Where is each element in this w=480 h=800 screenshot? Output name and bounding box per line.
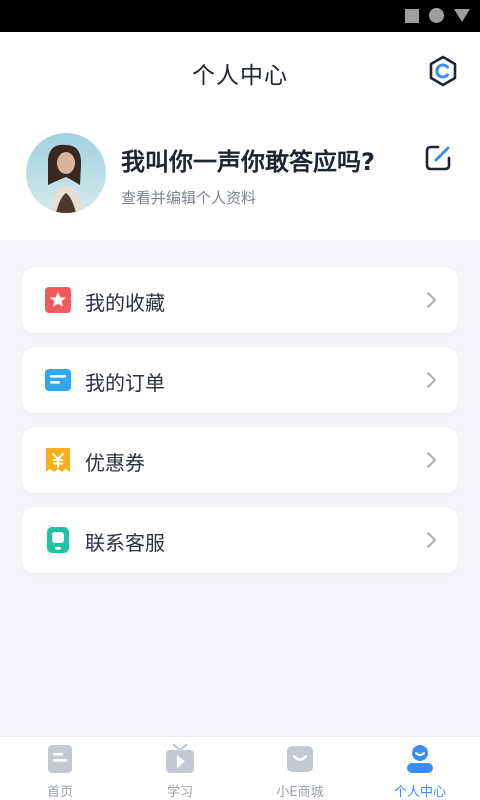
customer-service-icon (47, 527, 69, 553)
chevron-right-icon (427, 292, 436, 308)
menu-label: 我的收藏 (85, 291, 165, 315)
menu-item-favorites[interactable]: 我的收藏 (22, 267, 458, 333)
settings-button[interactable] (426, 54, 460, 88)
tab-label: 小E商城 (276, 785, 324, 800)
menu-item-orders[interactable]: 我的订单 (22, 347, 458, 413)
video-icon (166, 743, 194, 773)
menu-item-customer-service[interactable]: 联系客服 (22, 507, 458, 573)
tab-profile[interactable]: 个人中心 (360, 737, 480, 800)
header: 个人中心 (0, 32, 480, 110)
profile-nickname: 我叫你一声你敢答应吗? (121, 148, 375, 176)
menu-label: 我的订单 (85, 371, 165, 395)
profile-icon (407, 745, 433, 773)
menu-item-coupons[interactable]: 优惠券 (22, 427, 458, 493)
home-circle-icon (429, 8, 444, 23)
coupon-icon (46, 448, 70, 472)
home-icon (48, 745, 72, 773)
menu-list: 我的收藏 我的订单 优惠券 联系客服 (22, 267, 458, 587)
status-bar (0, 0, 480, 32)
tab-study[interactable]: 学习 (120, 737, 240, 800)
page-title: 个人中心 (192, 63, 288, 89)
settings-icon (429, 55, 457, 87)
chevron-right-icon (427, 452, 436, 468)
back-triangle-icon (454, 9, 470, 22)
tab-shop[interactable]: 小E商城 (240, 737, 360, 800)
edit-icon (425, 145, 451, 171)
tab-home[interactable]: 首页 (0, 737, 120, 800)
menu-label: 优惠券 (85, 451, 145, 475)
order-icon (45, 369, 71, 391)
menu-label: 联系客服 (85, 531, 165, 555)
chevron-right-icon (427, 532, 436, 548)
bottom-tab-bar: 首页 学习 小E商城 个人中心 (0, 736, 480, 800)
profile-subtitle: 查看并编辑个人资料 (121, 189, 257, 207)
avatar[interactable] (26, 133, 106, 213)
chevron-right-icon (427, 372, 436, 388)
tab-label: 个人中心 (393, 785, 446, 800)
edit-profile-button[interactable] (424, 144, 452, 172)
tab-label: 首页 (46, 785, 73, 800)
shop-icon (287, 746, 313, 772)
stop-icon (405, 8, 419, 23)
profile-card[interactable]: 我叫你一声你敢答应吗? 查看并编辑个人资料 (0, 110, 480, 240)
star-icon (45, 287, 71, 313)
tab-label: 学习 (166, 785, 193, 800)
